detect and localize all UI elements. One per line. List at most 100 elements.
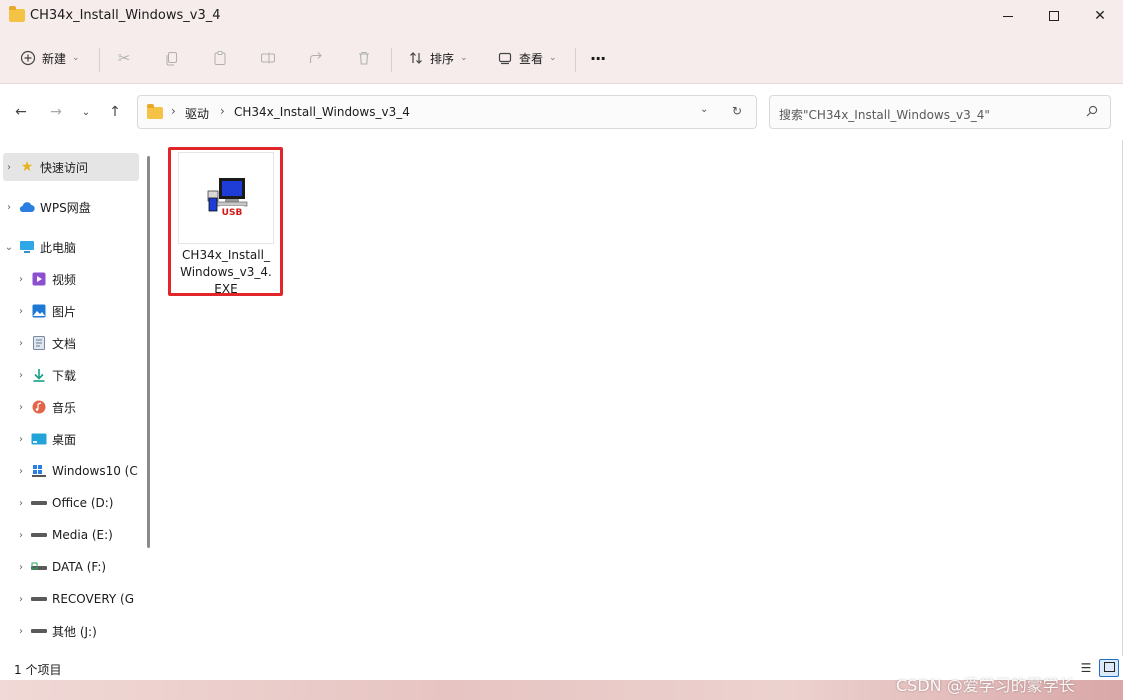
chevron-down-icon[interactable]: ⌄ <box>3 242 15 253</box>
windows-drive-icon <box>31 463 47 479</box>
chevron-right-icon[interactable]: › <box>15 274 27 285</box>
maximize-button[interactable] <box>1031 0 1077 32</box>
copy-icon <box>164 50 180 66</box>
sidebar-item-pictures[interactable]: › 图片 <box>15 297 151 325</box>
tiles-icon <box>1103 661 1115 675</box>
sidebar-item-drive-c[interactable]: › Windows10 (C <box>15 457 151 485</box>
sidebar-item-drive-d[interactable]: › Office (D:) <box>15 489 151 517</box>
chevron-right-icon[interactable]: › <box>15 466 27 477</box>
file-thumbnail[interactable]: USB <box>178 152 274 244</box>
address-bar[interactable]: › 驱动 › CH34x_Install_Windows_v3_4 ⌄ ↻ <box>137 95 757 129</box>
breadcrumb-item[interactable]: CH34x_Install_Windows_v3_4 <box>234 105 410 119</box>
star-icon: ★ <box>20 159 34 175</box>
sidebar-item-label: 其他 (J:) <box>52 624 97 639</box>
scissors-icon: ✂ <box>117 49 131 67</box>
list-icon: ☰ <box>1080 661 1092 675</box>
minimize-icon <box>1003 15 1013 17</box>
chevron-right-icon[interactable]: › <box>15 402 27 413</box>
rename-icon <box>260 50 276 66</box>
new-button[interactable]: 新建 ⌄ <box>20 44 80 72</box>
sidebar-item-documents[interactable]: › 文档 <box>15 329 151 357</box>
close-icon: ✕ <box>1094 8 1106 24</box>
sidebar-item-drive-e[interactable]: › Media (E:) <box>15 521 151 549</box>
drive-icon <box>31 591 47 607</box>
sidebar-item-music[interactable]: › 音乐 <box>15 393 151 421</box>
sidebar-item-label: 图片 <box>52 304 77 319</box>
sidebar-item-downloads[interactable]: › 下载 <box>15 361 151 389</box>
paste-button[interactable] <box>212 44 228 72</box>
file-name-line: EXE <box>214 282 238 296</box>
search-box[interactable]: 搜索"CH34x_Install_Windows_v3_4" <box>769 95 1111 129</box>
search-input[interactable]: 搜索"CH34x_Install_Windows_v3_4" <box>779 106 990 123</box>
chevron-right-icon[interactable]: › <box>3 202 15 213</box>
maximize-icon <box>1049 11 1059 21</box>
chevron-down-icon: ⌄ <box>460 53 468 63</box>
video-icon <box>31 271 47 287</box>
sidebar-item-drive-j[interactable]: › 其他 (J:) <box>15 617 151 645</box>
close-button[interactable]: ✕ <box>1077 0 1123 32</box>
view-button[interactable]: 查看 ⌄ <box>497 44 557 72</box>
chevron-right-icon[interactable]: › <box>3 162 15 173</box>
up-button[interactable]: ↑ <box>105 104 125 120</box>
new-button-label: 新建 <box>42 51 67 66</box>
chevron-right-icon[interactable]: › <box>15 338 27 349</box>
chevron-right-icon[interactable]: › <box>15 498 27 509</box>
window-title: CH34x_Install_Windows_v3_4 <box>30 8 221 23</box>
sidebar-item-videos[interactable]: › 视频 <box>15 265 151 293</box>
sort-button[interactable]: 排序 ⌄ <box>408 44 468 72</box>
tiles-view-button[interactable] <box>1099 659 1119 677</box>
chevron-right-icon[interactable]: › <box>15 562 27 573</box>
details-view-button[interactable]: ☰ <box>1076 659 1096 677</box>
sidebar-item-label: Media (E:) <box>52 528 113 542</box>
sidebar-item-wps-drive[interactable]: › WPS网盘 <box>3 193 139 221</box>
file-list-area[interactable]: USB CH34x_Install_ Windows_v3_4. EXE <box>156 140 1122 656</box>
chevron-right-icon[interactable]: › <box>15 434 27 445</box>
copy-button[interactable] <box>164 44 180 72</box>
document-icon <box>31 335 47 351</box>
more-options-button[interactable]: ··· <box>590 44 606 72</box>
chevron-right-icon[interactable]: › <box>15 594 27 605</box>
chevron-right-icon[interactable]: › <box>15 626 27 637</box>
title-bar[interactable]: CH34x_Install_Windows_v3_4 ✕ <box>0 0 1123 32</box>
chevron-right-icon: › <box>220 104 225 118</box>
file-name-label[interactable]: CH34x_Install_ Windows_v3_4. EXE <box>172 247 280 298</box>
arrow-left-icon: ← <box>15 104 27 120</box>
chevron-right-icon: › <box>171 104 176 118</box>
sidebar-item-quick-access[interactable]: › ★ 快速访问 <box>3 153 139 181</box>
address-history-button[interactable]: ⌄ <box>700 104 708 115</box>
folder-icon <box>9 6 25 22</box>
chevron-right-icon[interactable]: › <box>15 306 27 317</box>
chevron-down-icon: ⌄ <box>81 106 91 118</box>
breadcrumb-item[interactable]: 驱动 <box>185 105 209 122</box>
command-bar: 新建 ⌄ ✂ 排序 ⌄ 查看 ⌄ ··· <box>0 32 1123 84</box>
share-button[interactable] <box>308 44 324 72</box>
item-count: 1 个项目 <box>14 663 62 677</box>
sidebar-scrollbar[interactable] <box>147 156 150 548</box>
download-icon <box>31 367 47 383</box>
cut-button[interactable]: ✂ <box>116 44 132 72</box>
view-icon <box>497 50 513 66</box>
toolbar-divider <box>99 48 100 72</box>
sidebar-item-desktop[interactable]: › 桌面 <box>15 425 151 453</box>
drive-icon <box>31 623 47 639</box>
forward-button[interactable]: → <box>46 104 66 120</box>
sidebar-item-drive-g[interactable]: › RECOVERY (G <box>15 585 151 613</box>
sidebar-item-label: 桌面 <box>52 432 77 447</box>
sort-button-label: 排序 <box>430 51 455 66</box>
file-name-line: Windows_v3_4. <box>180 265 272 279</box>
chevron-right-icon[interactable]: › <box>15 370 27 381</box>
recent-locations-button[interactable]: ⌄ <box>76 104 96 120</box>
minimize-button[interactable] <box>985 0 1031 32</box>
sidebar-item-label: 音乐 <box>52 400 77 415</box>
sidebar-item-drive-f[interactable]: › DATA (F:) <box>15 553 151 581</box>
refresh-icon[interactable]: ↻ <box>732 104 742 118</box>
sidebar-item-label: 文档 <box>52 336 77 351</box>
sidebar-item-this-pc[interactable]: ⌄ 此电脑 <box>3 233 139 261</box>
toolbar-divider <box>575 48 576 72</box>
chevron-right-icon[interactable]: › <box>15 530 27 541</box>
back-button[interactable]: ← <box>11 104 31 120</box>
delete-button[interactable] <box>356 44 372 72</box>
chevron-down-icon: ⌄ <box>72 53 80 63</box>
rename-button[interactable] <box>260 44 276 72</box>
sidebar-item-label: RECOVERY (G <box>52 592 135 606</box>
